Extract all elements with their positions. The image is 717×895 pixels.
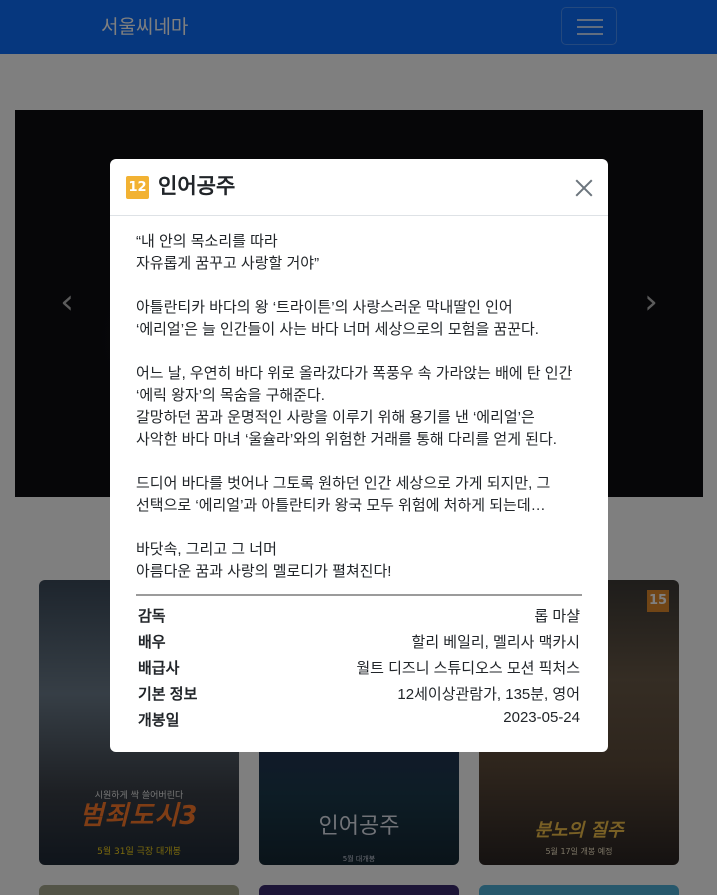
info-value: 롭 마샬 [534,608,580,625]
synopsis-line [136,451,586,473]
close-icon[interactable] [572,176,596,200]
modal-header: 12 인어공주 [110,159,608,216]
info-label: 배급사 [138,660,180,677]
info-row: 감독 롭 마샬 [136,601,582,627]
synopsis-line: ‘에리얼’은 늘 인간들이 사는 바다 너머 세상으로의 모험을 꿈꾼다. [136,321,539,338]
synopsis-line: 드디어 바다를 벗어나 그토록 원하던 인간 세상으로 가게 되지만, 그 [136,475,551,492]
info-row: 배급사 월트 디즈니 스튜디오스 모션 픽처스 [136,653,582,679]
info-row: 개봉일 2023-05-24 [136,705,582,731]
age-rating-badge: 12 [126,176,149,199]
synopsis-line: 자유롭게 꿈꾸고 사랑할 거야” [136,255,320,272]
synopsis-line: ‘에릭 왕자’의 목숨을 구해준다. [136,387,325,404]
info-label: 감독 [138,608,166,625]
info-value: 2023-05-24 [503,709,580,726]
synopsis-line: 아틀란티카 바다의 왕 ‘트라이튼’의 사랑스러운 막내딸인 인어 [136,299,513,316]
modal-title: 인어공주 [158,174,236,198]
modal-body: “내 안의 목소리를 따라자유롭게 꿈꾸고 사랑할 거야” 아틀란티카 바다의 왕… [136,231,586,583]
synopsis-line: 갈망하던 꿈과 운명적인 사랑을 이루기 위해 용기를 낸 ‘에리얼’은 [136,409,535,426]
info-label: 배우 [138,634,166,651]
synopsis: “내 안의 목소리를 따라자유롭게 꿈꾸고 사랑할 거야” 아틀란티카 바다의 왕… [136,231,586,583]
movie-info-table: 감독 롭 마샬배우 할리 베일리, 멜리사 맥카시배급사 월트 디즈니 스튜디오스 모… [136,594,582,731]
info-label: 개봉일 [138,712,180,729]
synopsis-line: 어느 날, 우연히 바다 위로 올라갔다가 폭풍우 속 가라앉는 배에 탄 인간 [136,365,573,382]
info-row: 기본 정보 12세이상관람가, 135분, 영어 [136,679,582,705]
synopsis-line [136,517,586,539]
synopsis-line: “내 안의 목소리를 따라 [136,233,278,250]
synopsis-line: 아름다운 꿈과 사랑의 멜로디가 펼쳐진다! [136,563,392,580]
info-label: 기본 정보 [138,686,198,703]
info-value: 12세이상관람가, 135분, 영어 [397,686,580,703]
synopsis-line: 사악한 바다 마녀 ‘울슐라’와의 위험한 거래를 통해 다리를 얻게 된다. [136,431,557,448]
synopsis-line: 바닷속, 그리고 그 너머 [136,541,277,558]
movie-detail-modal: 12 인어공주 “내 안의 목소리를 따라자유롭게 꿈꾸고 사랑할 거야” 아틀란… [110,159,608,752]
synopsis-line: 선택으로 ‘에리얼’과 아틀란티카 왕국 모두 위험에 처하게 되는데… [136,497,546,514]
synopsis-line [136,341,586,363]
info-value: 월트 디즈니 스튜디오스 모션 픽처스 [356,660,580,677]
synopsis-line [136,275,586,297]
info-row: 배우 할리 베일리, 멜리사 맥카시 [136,627,582,653]
info-value: 할리 베일리, 멜리사 맥카시 [411,634,580,651]
